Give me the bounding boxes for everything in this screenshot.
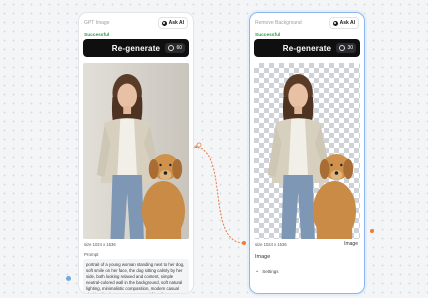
node-title: Remove Background (255, 20, 302, 26)
credit-count: 60 (176, 45, 182, 51)
ask-ai-label: Ask AI (168, 20, 184, 26)
regenerate-button[interactable]: Re-generate 60 (83, 39, 189, 57)
background-removed-image[interactable] (254, 63, 360, 239)
regenerate-button[interactable]: Re-generate 30 (254, 39, 360, 57)
output-label: Image (255, 254, 271, 260)
node-header: Remove Background Ask AI (255, 17, 359, 29)
node-title: GPT Image (84, 20, 110, 26)
prompt-label: Prompt (84, 252, 99, 257)
regenerate-label: Re-generate (282, 43, 332, 53)
output-port[interactable] (196, 142, 202, 148)
image-output-tag: Image (344, 241, 358, 247)
chevron-down-icon: ⌄ (255, 268, 260, 274)
generated-image[interactable] (83, 63, 189, 239)
coin-icon (168, 45, 175, 51)
sparkle-icon (161, 20, 167, 26)
regenerate-label: Re-generate (111, 43, 161, 53)
node-header: GPT Image Ask AI (84, 17, 188, 29)
credit-badge: 60 (165, 43, 185, 53)
settings-label: Settings (262, 268, 279, 274)
input-port[interactable] (242, 241, 246, 245)
remove-background-node[interactable]: Remove Background Ask AI Successful Re-g… (249, 12, 365, 294)
ask-ai-button[interactable]: Ask AI (328, 17, 359, 29)
settings-toggle[interactable]: ⌄ Settings (255, 268, 278, 274)
image-size-label: size 1024 x 1536 (84, 242, 116, 247)
right-output-port[interactable] (370, 229, 374, 233)
status-text: Successful (84, 33, 110, 38)
ask-ai-button[interactable]: Ask AI (157, 17, 188, 29)
left-input-port[interactable] (66, 276, 71, 281)
coin-icon (339, 45, 346, 51)
prompt-field[interactable]: portrait of a young woman standing next … (83, 259, 189, 293)
status-text: Successful (255, 33, 281, 38)
credit-count: 30 (347, 45, 353, 51)
credit-badge: 30 (336, 43, 356, 53)
image-size-label: size 1024 x 1536 (255, 242, 287, 247)
sparkle-icon (332, 20, 338, 26)
gpt-image-node[interactable]: GPT Image Ask AI Successful Re-generate … (78, 12, 194, 294)
ask-ai-label: Ask AI (339, 20, 355, 26)
